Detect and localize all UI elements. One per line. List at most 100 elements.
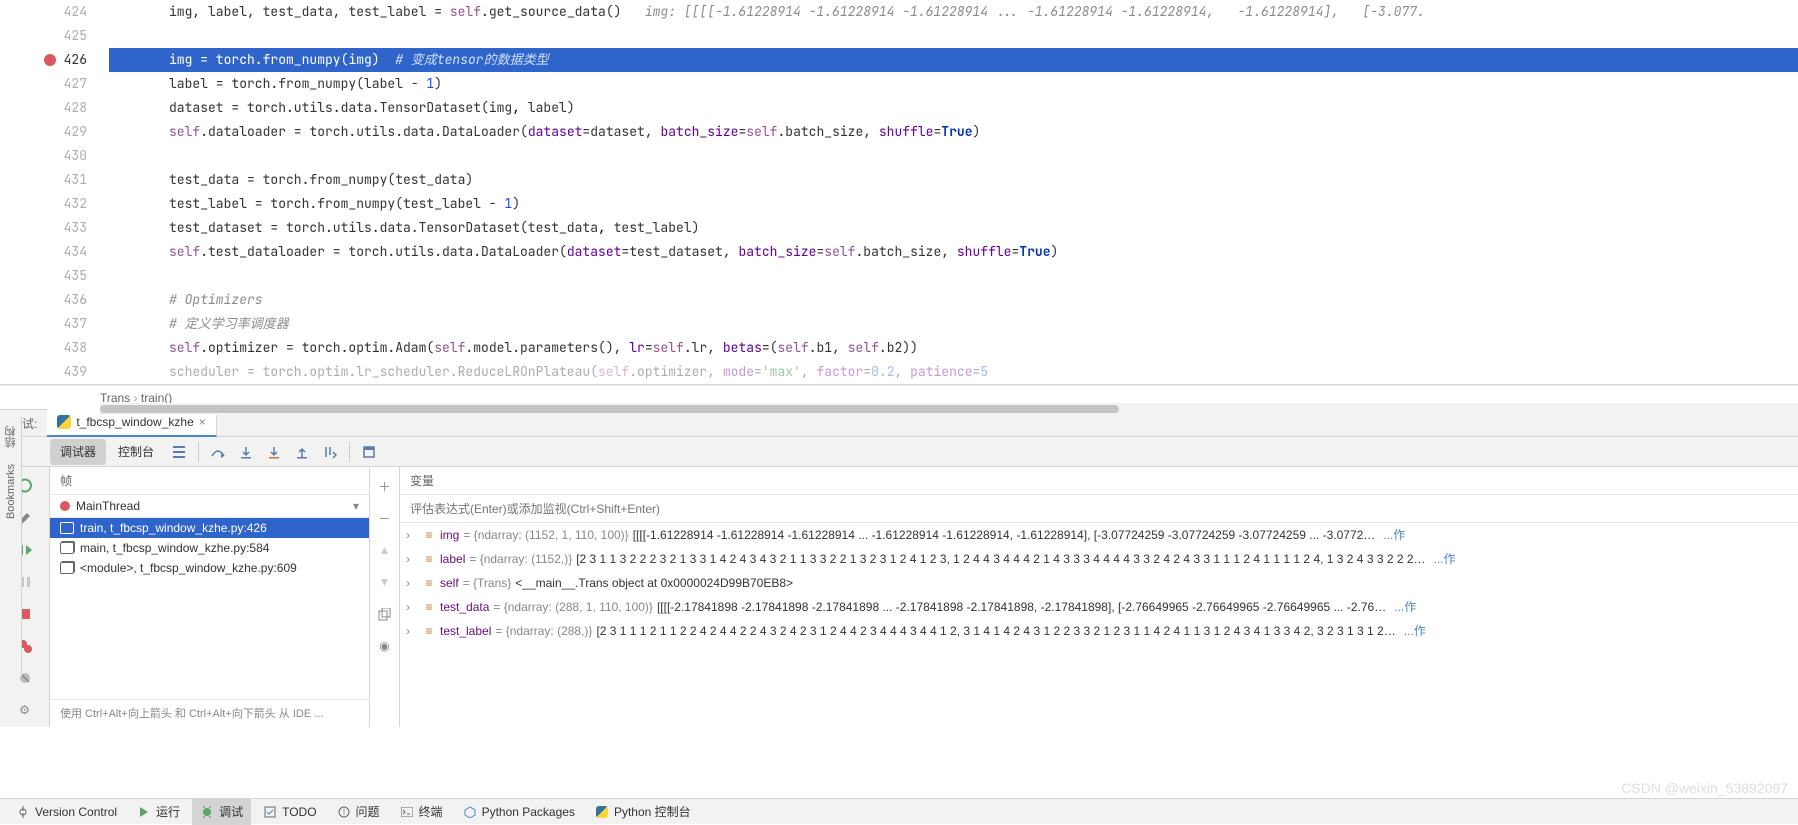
close-icon[interactable]: × bbox=[199, 415, 206, 429]
play-icon bbox=[137, 805, 151, 819]
svg-text:!: ! bbox=[342, 808, 344, 817]
var-name: test_data bbox=[440, 597, 489, 617]
watermark: CSDN @weixin_53892097 bbox=[1621, 780, 1788, 796]
editor-scrollbar-h[interactable] bbox=[100, 403, 1798, 415]
thread-selector[interactable]: MainThread ▾ bbox=[50, 495, 369, 518]
code-editor[interactable]: 4244254264274284294304314324334344354364… bbox=[0, 0, 1798, 385]
var-name: img bbox=[440, 525, 459, 545]
var-type: = {Trans} bbox=[463, 573, 512, 593]
vcs-icon bbox=[16, 805, 30, 819]
terminal-tab[interactable]: 终端 bbox=[392, 799, 451, 825]
var-type: = {ndarray: (1152,)} bbox=[469, 549, 572, 569]
threads-icon[interactable] bbox=[166, 439, 192, 465]
python-console-tab[interactable]: Python 控制台 bbox=[587, 799, 699, 825]
var-actions[interactable]: ...作 bbox=[1394, 597, 1416, 617]
run-to-cursor-icon[interactable] bbox=[317, 439, 343, 465]
left-tool-tabs: 结构 Bookmarks bbox=[0, 416, 22, 676]
expand-icon[interactable]: › bbox=[406, 525, 418, 545]
copy-icon[interactable] bbox=[372, 601, 398, 627]
var-actions[interactable]: ...作 bbox=[1404, 621, 1426, 641]
todo-tab[interactable]: TODO bbox=[255, 799, 324, 825]
variable-row[interactable]: ›≡test_label = {ndarray: (288,)} [2 3 1 … bbox=[400, 619, 1798, 643]
eval-row bbox=[400, 495, 1798, 523]
problems-icon: ! bbox=[337, 805, 351, 819]
var-type: = {ndarray: (288,)} bbox=[495, 621, 592, 641]
evaluate-icon[interactable] bbox=[356, 439, 382, 465]
evaluate-input[interactable] bbox=[400, 502, 1798, 516]
remove-watch-icon[interactable]: － bbox=[372, 505, 398, 531]
down-icon[interactable]: ▼ bbox=[372, 569, 398, 595]
variables-panel: 变量 ›≡img = {ndarray: (1152, 1, 110, 100)… bbox=[400, 467, 1798, 727]
vars-header: 变量 bbox=[400, 467, 1798, 495]
python-packages-tab[interactable]: Python Packages bbox=[455, 799, 583, 825]
variable-row[interactable]: ›≡test_data = {ndarray: (288, 1, 110, 10… bbox=[400, 595, 1798, 619]
var-value: [[[[-2.17841898 -2.17841898 -2.17841898 … bbox=[657, 597, 1386, 617]
frames-header: 帧 bbox=[50, 467, 369, 495]
frame-label: <module>, t_fbcsp_window_kzhe.py:609 bbox=[80, 561, 297, 575]
debug-tab[interactable]: 调试 bbox=[192, 799, 251, 825]
step-over-icon[interactable] bbox=[205, 439, 231, 465]
variable-icon: ≡ bbox=[422, 597, 436, 617]
step-out-icon[interactable] bbox=[289, 439, 315, 465]
up-icon[interactable]: ▲ bbox=[372, 537, 398, 563]
debugger-tab[interactable]: 调试器 bbox=[50, 439, 106, 465]
code-content[interactable]: img, label, test_data, test_label = self… bbox=[109, 0, 1798, 384]
structure-tab[interactable]: 结构 bbox=[3, 426, 19, 448]
show-icon[interactable]: ◉ bbox=[372, 633, 398, 659]
var-name: self bbox=[440, 573, 459, 593]
var-value: <__main__.Trans object at 0x0000024D99B7… bbox=[515, 573, 793, 593]
frame-icon bbox=[60, 542, 74, 554]
bug-icon bbox=[200, 805, 214, 819]
run-tab[interactable]: 运行 bbox=[129, 799, 188, 825]
var-name: label bbox=[440, 549, 465, 569]
step-into-icon[interactable] bbox=[233, 439, 259, 465]
problems-tab[interactable]: !问题 bbox=[329, 799, 388, 825]
variable-icon: ≡ bbox=[422, 525, 436, 545]
python-icon bbox=[57, 415, 71, 429]
var-value: [2 3 1 1 3 2 2 2 3 2 1 3 3 1 4 2 4 3 4 3… bbox=[576, 549, 1425, 569]
frame-list[interactable]: train, t_fbcsp_window_kzhe.py:426 main, t… bbox=[50, 518, 369, 699]
debug-tab-name: t_fbcsp_window_kzhe bbox=[76, 415, 193, 429]
thread-status-icon bbox=[60, 501, 70, 511]
breakpoint-icon[interactable] bbox=[44, 54, 56, 66]
var-value: [2 3 1 1 1 2 1 1 2 2 4 2 4 4 2 2 4 3 2 4… bbox=[596, 621, 1395, 641]
frames-hint: 使用 Ctrl+Alt+向上箭头 和 Ctrl+Alt+向下箭头 从 IDE .… bbox=[50, 699, 369, 727]
frame-icon bbox=[60, 562, 74, 574]
todo-icon bbox=[263, 805, 277, 819]
bookmarks-tab[interactable]: Bookmarks bbox=[5, 464, 17, 519]
frame-icon bbox=[60, 522, 74, 534]
vars-toolbar: ＋ － ▲ ▼ ◉ bbox=[370, 467, 400, 727]
console-tab[interactable]: 控制台 bbox=[108, 439, 164, 465]
variable-icon: ≡ bbox=[422, 621, 436, 641]
frame-label: main, t_fbcsp_window_kzhe.py:584 bbox=[80, 541, 269, 555]
add-watch-icon[interactable]: ＋ bbox=[372, 473, 398, 499]
expand-icon[interactable]: › bbox=[406, 597, 418, 617]
expand-icon[interactable]: › bbox=[406, 621, 418, 641]
expand-icon[interactable]: › bbox=[406, 549, 418, 569]
var-name: test_label bbox=[440, 621, 491, 641]
variable-icon: ≡ bbox=[422, 549, 436, 569]
settings-icon[interactable]: ⚙ bbox=[12, 697, 38, 723]
var-actions[interactable]: ...作 bbox=[1434, 549, 1456, 569]
expand-icon[interactable]: › bbox=[406, 573, 418, 593]
variable-icon: ≡ bbox=[422, 573, 436, 593]
variable-row[interactable]: ›≡self = {Trans} <__main__.Trans object … bbox=[400, 571, 1798, 595]
version-control-tab[interactable]: Version Control bbox=[8, 799, 125, 825]
var-type: = {ndarray: (1152, 1, 110, 100)} bbox=[463, 525, 628, 545]
debug-panel: ⚙ 帧 MainThread ▾ train, t_fbcsp_window_k… bbox=[0, 467, 1798, 727]
var-type: = {ndarray: (288, 1, 110, 100)} bbox=[493, 597, 653, 617]
step-into-my-icon[interactable] bbox=[261, 439, 287, 465]
fold-column[interactable] bbox=[95, 0, 109, 384]
thread-name: MainThread bbox=[76, 499, 140, 513]
variables-list[interactable]: ›≡img = {ndarray: (1152, 1, 110, 100)} [… bbox=[400, 523, 1798, 727]
stack-frame[interactable]: main, t_fbcsp_window_kzhe.py:584 bbox=[50, 538, 369, 558]
python-console-icon bbox=[595, 805, 609, 819]
stack-frame[interactable]: train, t_fbcsp_window_kzhe.py:426 bbox=[50, 518, 369, 538]
var-value: [[[[-1.61228914 -1.61228914 -1.61228914 … bbox=[633, 525, 1376, 545]
line-gutter[interactable]: 4244254264274284294304314324334344354364… bbox=[0, 0, 95, 384]
var-actions[interactable]: ...作 bbox=[1383, 525, 1405, 545]
variable-row[interactable]: ›≡img = {ndarray: (1152, 1, 110, 100)} [… bbox=[400, 523, 1798, 547]
stack-frame[interactable]: <module>, t_fbcsp_window_kzhe.py:609 bbox=[50, 558, 369, 578]
variable-row[interactable]: ›≡label = {ndarray: (1152,)} [2 3 1 1 3 … bbox=[400, 547, 1798, 571]
chevron-down-icon: ▾ bbox=[353, 499, 359, 513]
